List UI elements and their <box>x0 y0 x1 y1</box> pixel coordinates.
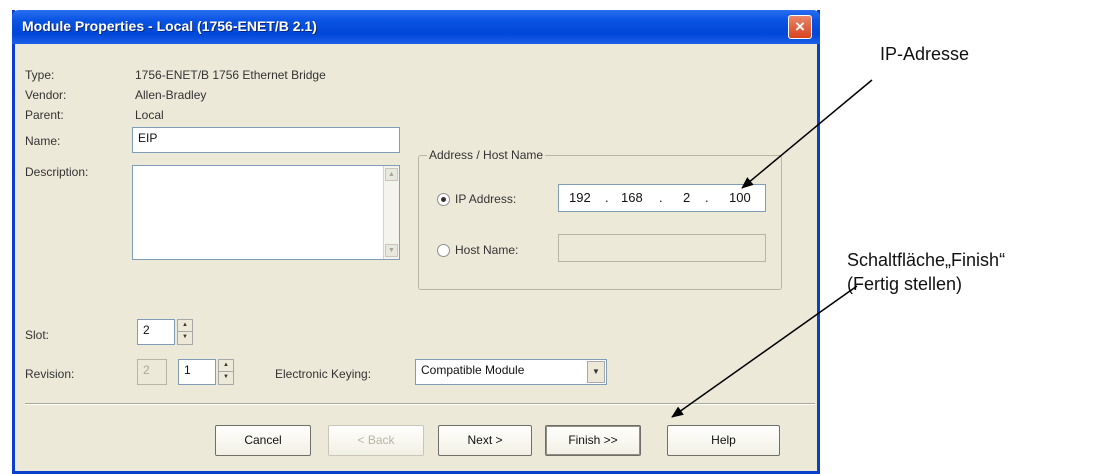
annotation-arrows <box>671 79 873 418</box>
ip-annotation-arrow <box>741 79 873 189</box>
finish-annotation-arrow <box>671 285 858 418</box>
